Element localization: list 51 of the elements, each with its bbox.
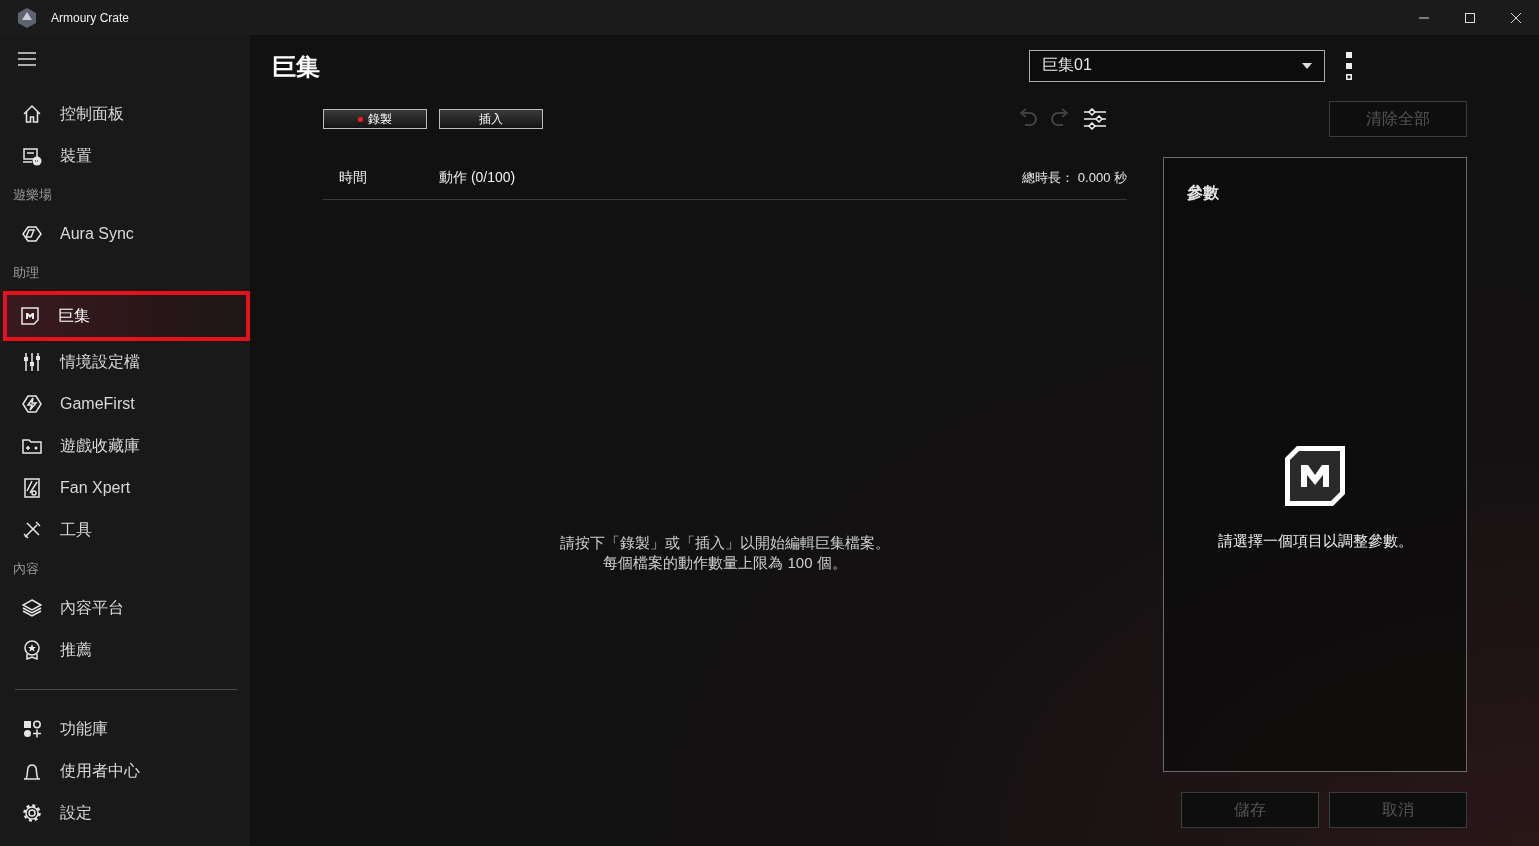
nav-item[interactable]: Aura Sync [5,213,250,255]
shapes-icon [22,719,42,739]
sliders-icon [22,352,42,372]
monitor-icon [22,146,42,166]
macro-icon [20,306,40,326]
nav-item[interactable]: 使用者中心 [5,750,250,792]
nav-item[interactable]: 設定 [5,792,250,834]
sliders-icon[interactable] [1083,108,1107,130]
macro-icon [1283,444,1347,508]
column-header: 動作 (0/100) [439,169,516,187]
nav-item[interactable]: GameFirst [5,383,250,425]
nav-item[interactable]: 控制面板 [5,93,250,135]
section-heading: 內容 [12,560,40,578]
nav-item[interactable]: 裝置 [5,135,250,177]
nav-item[interactable]: 工具 [5,509,250,551]
total-duration: 總時長： 0.000 秒 [1022,169,1127,187]
record-button[interactable]: 錄製 [323,109,427,129]
nav-item[interactable]: 功能庫 [5,708,250,750]
folder-icon [22,436,42,456]
bell-icon [22,761,42,781]
section-heading: 遊樂場 [12,186,53,204]
empty-message-line: 每個檔案的動作數量上限為 100 個。 [603,553,847,573]
more-icon[interactable] [1345,50,1353,81]
profile-dropdown[interactable]: 巨集01 [1029,49,1325,82]
nav-item[interactable]: 情境設定檔 [5,341,250,383]
settings-icon [22,803,42,823]
window-title: Armoury Crate [51,10,130,25]
app-logo-icon [16,6,38,29]
page-title: 巨集 [272,52,320,82]
hexagon-icon [22,224,42,244]
nav-item[interactable]: 內容平台 [5,587,250,629]
nav-item[interactable]: 推薦 [5,629,250,671]
fan-panel-icon [22,478,42,498]
section-heading: 助理 [12,264,40,282]
maximize-icon[interactable] [1464,11,1476,24]
caret-icon [1302,62,1312,69]
insert-button[interactable]: 插入 [439,109,543,129]
close-icon[interactable] [1510,11,1522,24]
award-icon [22,640,42,660]
layers-icon [22,598,42,618]
menu-icon[interactable] [18,52,36,66]
home-icon [22,104,42,124]
panel-title: 參數 [1186,183,1220,203]
nav-item[interactable]: 巨集 [3,291,250,341]
nav-item[interactable]: Fan Xpert [5,467,250,509]
nav-item[interactable]: 遊戲收藏庫 [5,425,250,467]
lightning-icon [22,394,42,414]
empty-message-line: 請按下「錄製」或「插入」以開始編輯巨集檔案。 [560,533,890,553]
tools-icon [22,520,42,540]
column-header: 時間 [339,169,368,187]
hint-text: 請選擇一個項目以調整參數。 [1217,532,1413,551]
